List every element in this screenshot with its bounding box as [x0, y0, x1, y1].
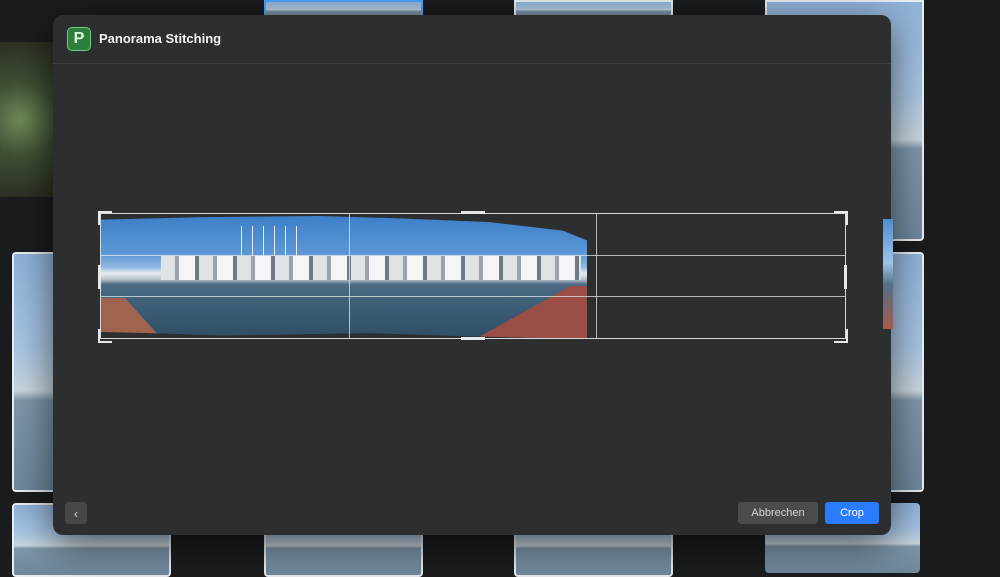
crop-button[interactable]: Crop — [825, 502, 879, 524]
chevron-left-icon: ‹ — [73, 505, 79, 521]
app-icon-letter: P — [73, 30, 85, 47]
crop-frame[interactable] — [100, 213, 846, 339]
crop-handle-bottom[interactable] — [461, 337, 485, 340]
dialog-title: Panorama Stitching — [99, 31, 222, 46]
crop-handle-top-right[interactable] — [834, 211, 848, 225]
crop-grid-line — [101, 296, 845, 297]
crop-canvas[interactable] — [98, 211, 893, 343]
crop-handle-top-left[interactable] — [98, 211, 112, 225]
crop-handle-left[interactable] — [98, 265, 101, 289]
crop-grid-line — [596, 214, 597, 338]
thumbnail[interactable] — [0, 42, 53, 197]
crop-grid-line — [349, 214, 350, 338]
crop-grid-line — [101, 255, 845, 256]
panorama-dialog: P Panorama Stitching ‹ Abbrechen Crop — [53, 15, 893, 535]
crop-handle-top[interactable] — [461, 211, 485, 214]
crop-handle-right[interactable] — [844, 265, 847, 289]
crop-handle-bottom-left[interactable] — [98, 329, 112, 343]
panorama-edge-sliver — [883, 219, 893, 329]
panorama-app-icon: P — [67, 27, 91, 51]
crop-handle-bottom-right[interactable] — [834, 329, 848, 343]
dialog-header: P Panorama Stitching — [53, 15, 891, 64]
back-button[interactable]: ‹ — [65, 502, 87, 524]
cancel-button[interactable]: Abbrechen — [738, 502, 818, 524]
